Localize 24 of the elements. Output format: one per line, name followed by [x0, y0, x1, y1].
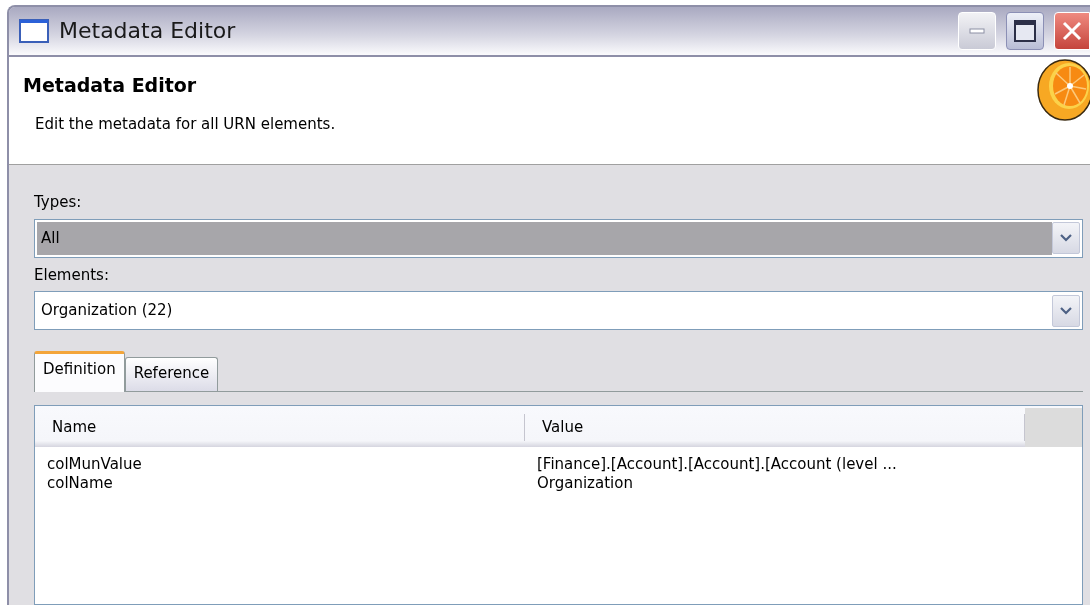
table-cell-text: [Finance].[Account].[Account].[Account (level ...	[536, 455, 898, 474]
dropdown-field[interactable]: Organization (22)	[34, 291, 1083, 330]
dropdown-button[interactable]	[1052, 222, 1080, 254]
window-icon	[19, 18, 49, 43]
table-cell-text: colName	[46, 474, 114, 493]
close-button[interactable]	[1054, 11, 1090, 50]
tab[interactable]: Reference	[124, 357, 219, 391]
window-title: Metadata Editor	[59, 17, 237, 46]
chevron-down-icon	[1060, 306, 1072, 315]
table-cell-text: colMunValue	[46, 455, 143, 474]
header-description: Edit the metadata for all URN elements.	[35, 114, 337, 136]
header-title: Metadata Editor	[23, 72, 198, 98]
maximize-icon	[1013, 18, 1037, 43]
chevron-down-icon	[1060, 234, 1072, 242]
dropdown-field[interactable]: All	[34, 218, 1083, 258]
field-label: Types:	[34, 192, 83, 213]
maximize-button[interactable]	[1006, 11, 1044, 50]
close-icon	[1061, 19, 1083, 42]
field-label: Elements:	[34, 264, 110, 286]
tab[interactable]: Definition	[34, 351, 125, 392]
table-cell-text: Organization	[536, 474, 634, 493]
column-header[interactable]: Name	[35, 414, 525, 441]
minimize-icon	[969, 27, 985, 34]
dropdown-button[interactable]	[1052, 294, 1080, 327]
